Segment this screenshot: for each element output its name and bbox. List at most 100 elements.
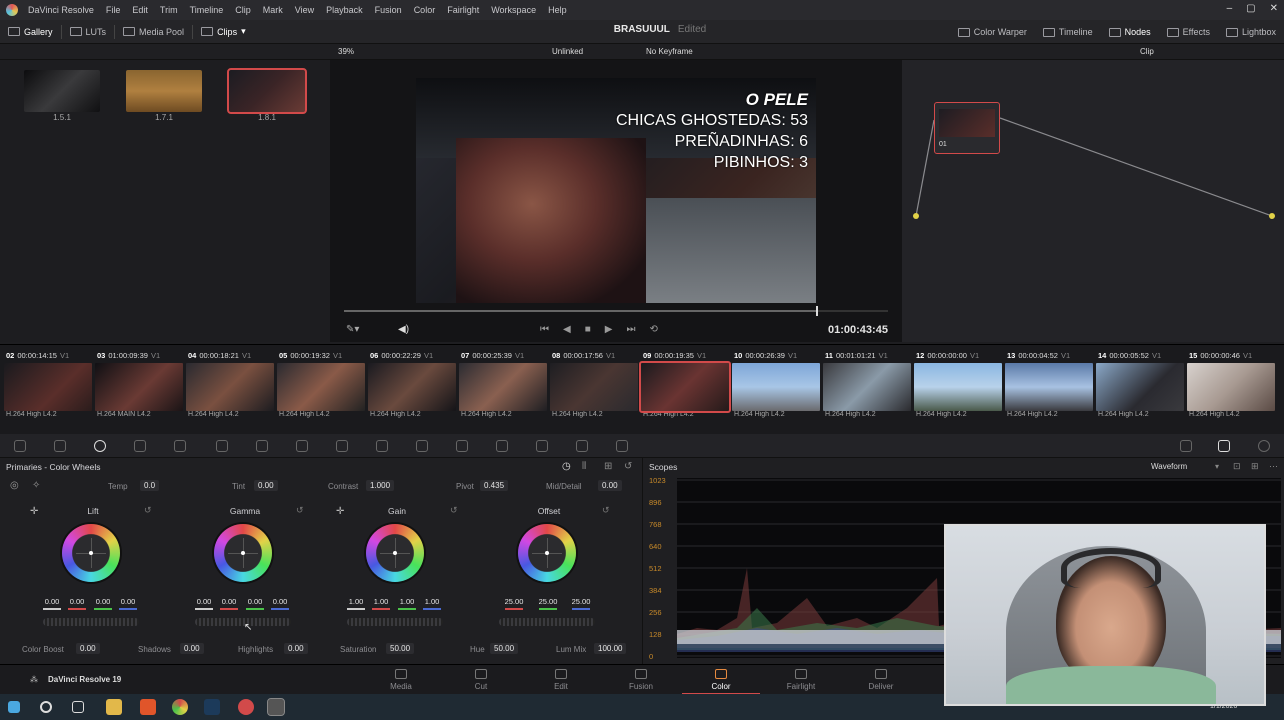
offset-r-value[interactable]: 25.00 — [500, 597, 528, 606]
picker-plus-icon[interactable]: ✛ — [336, 506, 344, 517]
gamma-y-value[interactable]: 0.00 — [193, 597, 215, 606]
timeline-clip[interactable]: 06 00:00:22:29 V1 H.264 High L4.2 — [368, 349, 456, 431]
minimize-icon[interactable]: – — [1227, 3, 1233, 14]
scope-settings-icon[interactable]: ⋯ — [1269, 461, 1278, 472]
menu-mark[interactable]: Mark — [257, 5, 289, 15]
timeline-clip[interactable]: 15 00:00:00:46 V1 H.264 High L4.2 — [1187, 349, 1275, 431]
gain-puck[interactable] — [393, 551, 397, 555]
steam-icon[interactable] — [204, 699, 220, 715]
still-thumbnail[interactable] — [126, 70, 202, 112]
play-icon[interactable]: ▶ — [605, 324, 613, 335]
pivot-field[interactable]: 0.435 — [480, 480, 509, 491]
motion-effects-icon[interactable] — [216, 440, 228, 452]
scope-grid-icon[interactable]: ⊞ — [1251, 461, 1259, 472]
timeline-button[interactable]: Timeline — [1035, 21, 1101, 43]
maximize-icon[interactable]: ▢ — [1246, 3, 1255, 14]
clip-thumbnail[interactable] — [550, 363, 638, 411]
color-match-icon[interactable] — [54, 440, 66, 452]
scope-expand-icon[interactable]: ⊡ — [1233, 461, 1241, 472]
lift-y-value[interactable]: 0.00 — [41, 597, 63, 606]
page-fairlight[interactable]: Fairlight — [762, 665, 840, 695]
menu-timeline[interactable]: Timeline — [184, 5, 230, 15]
menu-help[interactable]: Help — [542, 5, 573, 15]
hue-field[interactable]: 50.00 — [490, 643, 519, 654]
loop-icon[interactable]: ⟲ — [649, 324, 657, 335]
media-pool-button[interactable]: Media Pool — [115, 21, 192, 43]
timeline-clip[interactable]: 09 00:00:19:35 V1 H.264 High L4.2 — [639, 349, 731, 431]
luts-button[interactable]: LUTs — [62, 21, 115, 43]
settings-icon[interactable] — [1258, 440, 1270, 452]
shadows-field[interactable]: 0.00 — [180, 643, 204, 654]
page-fusion[interactable]: Fusion — [602, 665, 680, 695]
timer-icon[interactable]: ◷ — [562, 461, 571, 472]
mid-detail-field[interactable]: 0.00 — [598, 480, 622, 491]
corrector-node[interactable]: 01 — [934, 102, 1000, 154]
davinci-resolve-taskbar-icon[interactable] — [267, 698, 285, 716]
highlights-field[interactable]: 0.00 — [284, 643, 308, 654]
timeline-clip[interactable]: 02 00:00:14:15 V1 H.264 High L4.2 — [4, 349, 92, 431]
gain-master-wheel[interactable] — [347, 618, 443, 626]
info-icon[interactable] — [1180, 440, 1192, 452]
timeline-clip[interactable]: 04 00:00:18:21 V1 H.264 High L4.2 — [186, 349, 274, 431]
timeline-clip[interactable]: 13 00:00:04:52 V1 H.264 High L4.2 — [1005, 349, 1093, 431]
grade-mode-select[interactable]: Unlinked — [552, 47, 583, 56]
clip-thumbnail[interactable] — [368, 363, 456, 411]
menu-fusion[interactable]: Fusion — [369, 5, 408, 15]
node-editor[interactable]: 01 — [902, 60, 1284, 342]
timeline-clip[interactable]: 10 00:00:26:39 V1 H.264 High L4.2 — [732, 349, 820, 431]
gain-b-value[interactable]: 1.00 — [421, 597, 443, 606]
offset-reset-icon[interactable]: ↺ — [602, 505, 610, 516]
timeline-clip[interactable]: 08 00:00:17:56 V1 H.264 High L4.2 — [550, 349, 638, 431]
clip-thumbnail[interactable] — [823, 363, 911, 411]
speaker-icon[interactable]: ◀) — [398, 324, 409, 335]
color-warper-button[interactable]: Color Warper — [950, 21, 1035, 43]
menu-clip[interactable]: Clip — [229, 5, 257, 15]
nodes-button[interactable]: Nodes — [1101, 21, 1159, 43]
go-to-end-icon[interactable]: ⏭ — [626, 324, 635, 335]
effects-button[interactable]: Effects — [1159, 21, 1218, 43]
node-mode-select[interactable]: Clip — [1140, 47, 1154, 56]
picker-icon[interactable]: ✎▾ — [346, 324, 359, 335]
zoom-select[interactable]: 39% — [338, 47, 354, 56]
gamma-reset-icon[interactable]: ↺ — [296, 505, 304, 516]
obs-icon[interactable] — [238, 699, 254, 715]
clip-thumbnail[interactable] — [914, 363, 1002, 411]
timeline-clip[interactable]: 07 00:00:25:39 V1 H.264 High L4.2 — [459, 349, 547, 431]
page-deliver[interactable]: Deliver — [842, 665, 920, 695]
scopes-toggle-icon[interactable] — [1218, 440, 1230, 452]
gamma-b-value[interactable]: 0.00 — [269, 597, 291, 606]
task-view-icon[interactable] — [72, 701, 84, 713]
page-edit[interactable]: Edit — [522, 665, 600, 695]
playhead[interactable] — [816, 306, 819, 316]
lift-wheel[interactable] — [62, 524, 120, 582]
auto-color-icon[interactable]: ✧ — [32, 480, 40, 491]
color-wheels-icon[interactable] — [94, 440, 106, 452]
clip-thumbnail[interactable] — [4, 363, 92, 411]
lift-b-value[interactable]: 0.00 — [117, 597, 139, 606]
temp-field[interactable]: 0.0 — [140, 480, 160, 491]
menu-trim[interactable]: Trim — [154, 5, 184, 15]
offset-master-wheel[interactable] — [499, 618, 595, 626]
page-color[interactable]: Color — [682, 665, 760, 695]
lightbox-button[interactable]: Lightbox — [1218, 21, 1284, 43]
brave-browser-icon[interactable] — [140, 699, 156, 715]
log-icon[interactable]: ⊞ — [604, 461, 612, 472]
lift-puck[interactable] — [89, 551, 93, 555]
clip-thumbnail[interactable] — [459, 363, 547, 411]
clips-button[interactable]: Clips ▾ — [193, 21, 254, 43]
tint-field[interactable]: 0.00 — [254, 480, 278, 491]
clip-thumbnail[interactable] — [1187, 363, 1275, 411]
lift-master-wheel[interactable] — [43, 618, 139, 626]
timeline-clip[interactable]: 12 00:00:00:00 V1 H.264 High L4.2 — [914, 349, 1002, 431]
page-media[interactable]: Media — [362, 665, 440, 695]
chevron-down-icon[interactable]: ▾ — [1215, 462, 1219, 471]
reset-icon[interactable]: ↺ — [624, 461, 632, 472]
saturation-field[interactable]: 50.00 — [386, 643, 415, 654]
curves-icon[interactable] — [256, 440, 268, 452]
clip-thumbnail[interactable] — [95, 363, 183, 411]
clip-thumbnail[interactable] — [639, 361, 731, 413]
gallery-button[interactable]: Gallery — [0, 21, 61, 43]
still-thumbnail[interactable] — [24, 70, 100, 112]
color-warper-tool-icon[interactable] — [296, 440, 308, 452]
video-frame[interactable]: O PELE CHICAS GHOSTEDAS: 53 PREÑADINHAS:… — [416, 78, 816, 303]
